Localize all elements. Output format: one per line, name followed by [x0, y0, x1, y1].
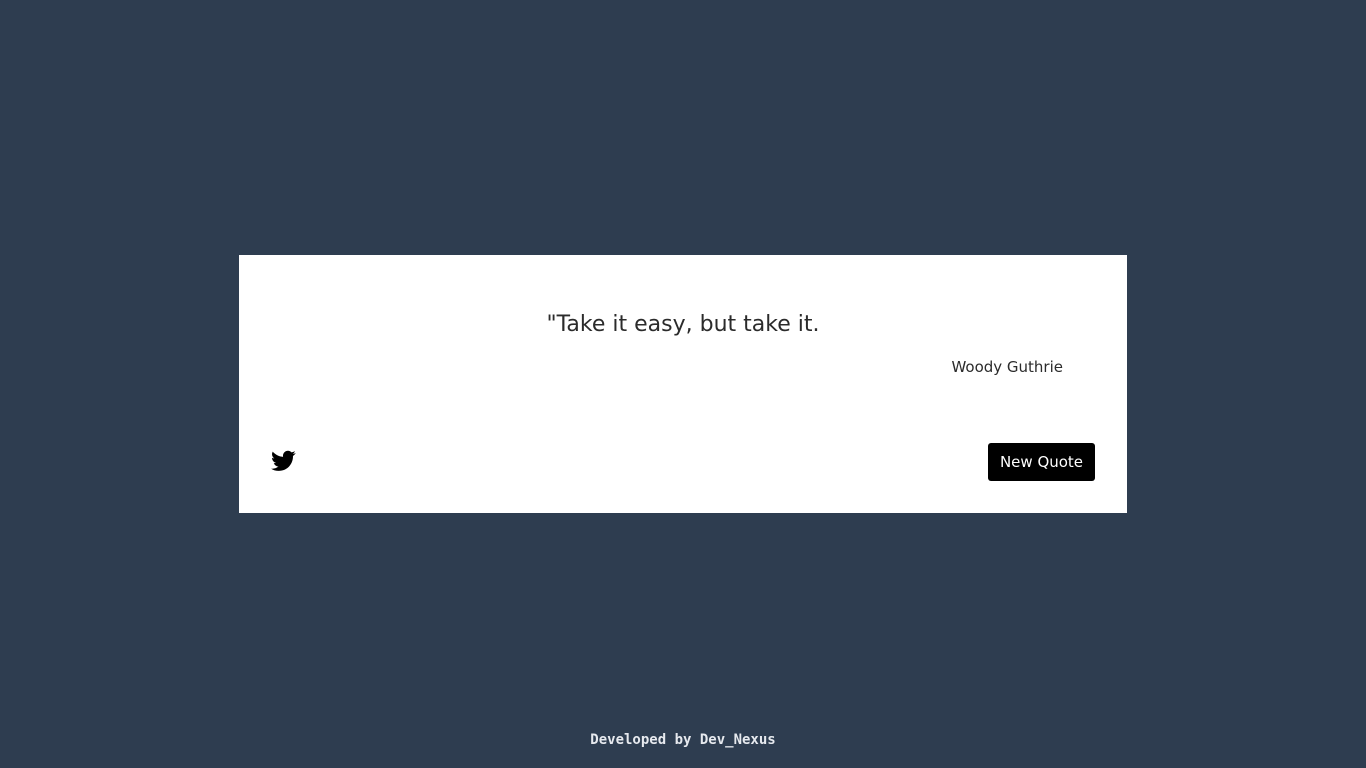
new-quote-button[interactable]: New Quote: [988, 443, 1095, 481]
quote-text: "Take it easy, but take it.: [546, 312, 820, 337]
quote-author: Woody Guthrie: [951, 358, 1063, 376]
tweet-quote-button[interactable]: [269, 449, 297, 477]
quote-box: "Take it easy, but take it. Woody Guthri…: [239, 255, 1127, 513]
twitter-icon: [270, 450, 296, 476]
footer-credit: Developed by Dev_Nexus: [590, 732, 776, 748]
